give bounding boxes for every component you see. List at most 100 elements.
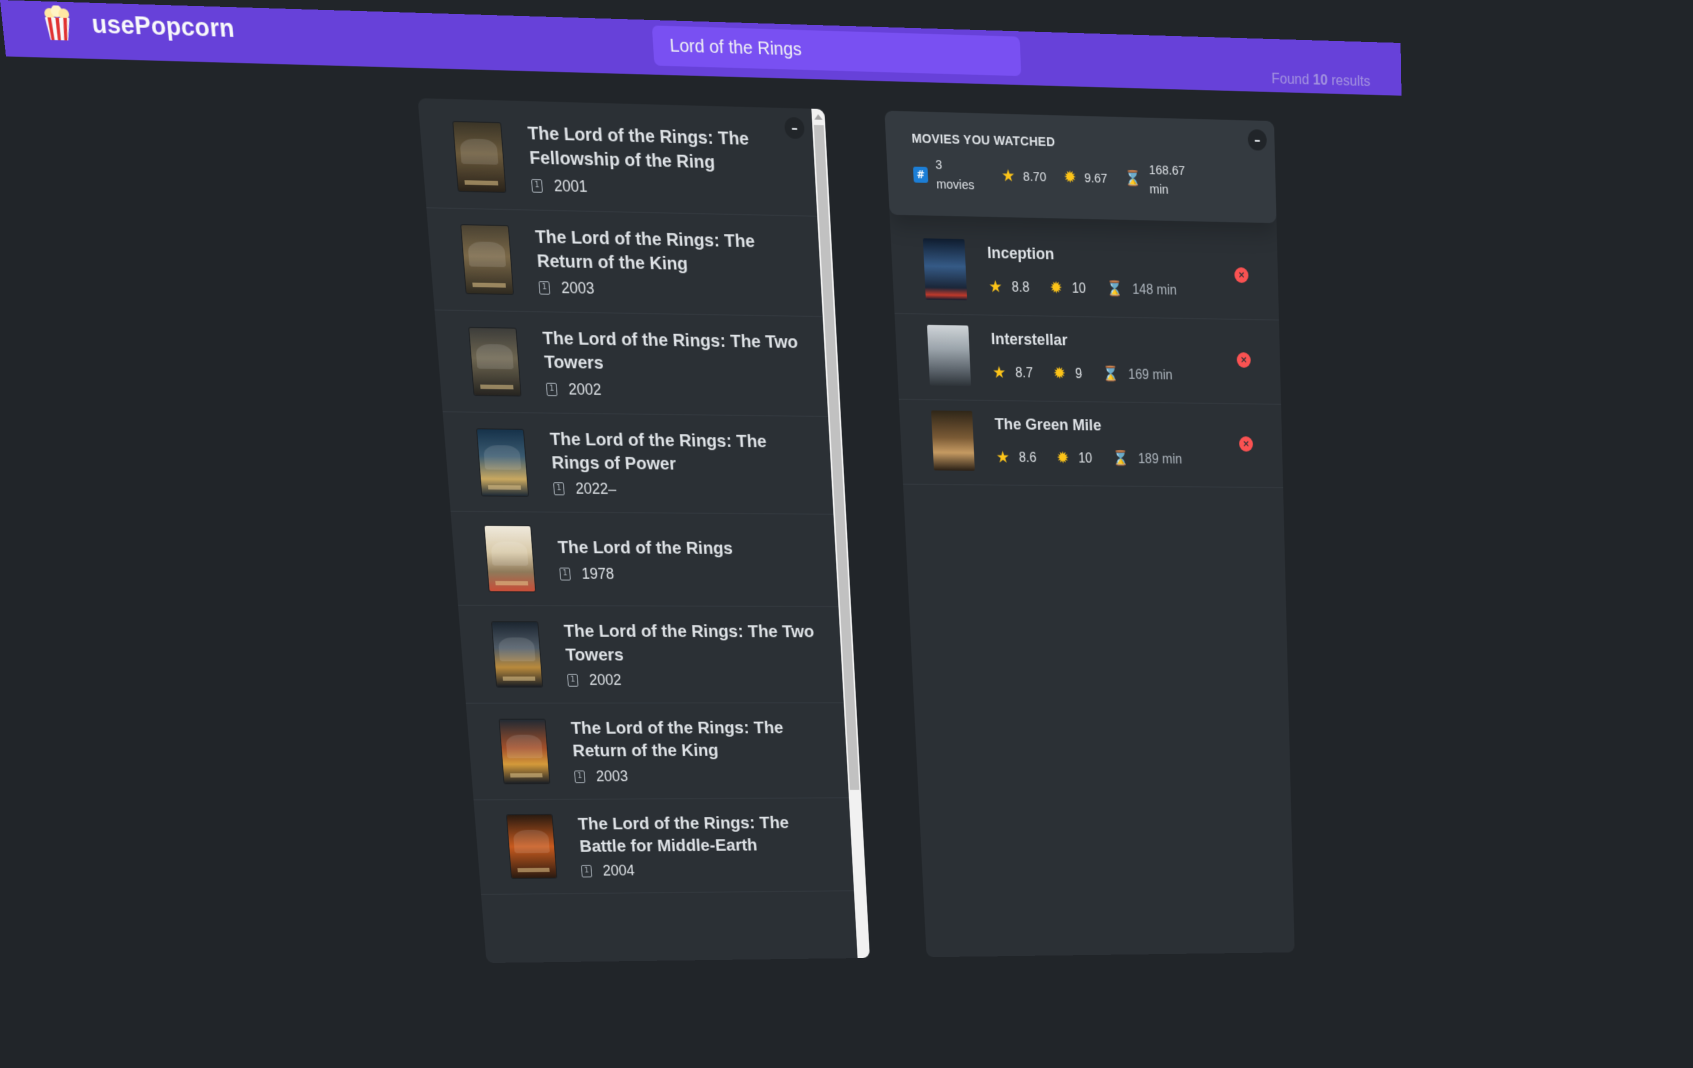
movie-poster [500, 719, 550, 783]
app-viewport: usePopcorn Found 10 results – The Lord o… [0, 0, 1415, 947]
results-prefix: Found [1271, 70, 1309, 88]
movie-list-item[interactable]: The Lord of the Rings: The Fellowship of… [418, 104, 817, 217]
calendar-icon: 1 [539, 281, 551, 295]
movie-title: The Lord of the Rings: The Return of the… [534, 225, 794, 279]
watched-stats: ★ 8.6 ✹ 10 ⌛ 189 min [996, 450, 1223, 468]
search-input[interactable] [652, 25, 1021, 76]
movie-poster [461, 225, 513, 294]
logo: usePopcorn [41, 5, 236, 46]
app-name: usePopcorn [90, 9, 235, 43]
movie-title: The Lord of the Rings: The Two Towers [563, 620, 816, 666]
watched-imdb-value: 8.6 [1019, 451, 1037, 466]
movie-list-item[interactable]: The Lord of the Rings: The Return of the… [426, 208, 822, 317]
summary-runtime-value: 168.67 min [1149, 161, 1197, 200]
calendar-icon: 1 [574, 770, 585, 783]
movie-year-row: 1 2022– [553, 480, 807, 500]
sun-icon: ✹ [1050, 280, 1063, 297]
watched-box: – Movies you watched # 3 movies ★ 8.70 ✹… [884, 111, 1294, 957]
scroll-up-arrow[interactable] [814, 114, 822, 120]
sun-icon: ✹ [1063, 170, 1076, 187]
movie-list-item[interactable]: The Lord of the Rings: The Battle for Mi… [474, 798, 854, 895]
delete-watched-button[interactable]: × [1234, 267, 1248, 283]
movie-poster [485, 526, 536, 592]
movie-year-row: 1 2003 [574, 767, 823, 786]
summary-user-value: 9.67 [1084, 171, 1108, 186]
watched-imdb-value: 8.7 [1015, 366, 1033, 382]
calendar-icon: 1 [531, 179, 543, 193]
movie-year: 2003 [561, 279, 595, 298]
movie-year-row: 1 2002 [567, 671, 818, 689]
movie-poster [477, 429, 528, 496]
movie-poster [469, 328, 520, 396]
movie-list-item[interactable]: The Lord of the Rings: The Two Towers 1 … [435, 311, 829, 417]
watched-poster [931, 410, 975, 470]
movie-year: 2022– [575, 480, 617, 499]
movie-year: 2004 [602, 862, 635, 880]
summary-count: # 3 movies [912, 155, 984, 195]
popcorn-icon [41, 5, 74, 42]
calendar-icon: 1 [581, 865, 592, 877]
star-icon: ★ [1001, 168, 1015, 185]
watched-summary: – Movies you watched # 3 movies ★ 8.70 ✹… [884, 111, 1276, 223]
watched-title: Interstellar [991, 330, 1220, 353]
movie-title: The Lord of the Rings [557, 536, 811, 561]
watched-title: Inception [987, 244, 1217, 268]
watched-imdb-value: 8.8 [1011, 280, 1029, 296]
movie-year-row: 1 1978 [559, 565, 812, 584]
summary-runtime: ⌛ 168.67 min [1124, 160, 1197, 200]
hourglass-icon: ⌛ [1124, 172, 1141, 187]
watched-toggle-button[interactable]: – [1248, 129, 1267, 151]
calendar-icon: 1 [546, 383, 558, 396]
watched-list-item: The Green Mile ★ 8.6 ✹ 10 ⌛ 189 min × [899, 399, 1283, 487]
summary-imdb-rating: ★ 8.70 [1001, 168, 1046, 186]
movie-year: 1978 [581, 565, 615, 583]
watched-user-rating: ✹ 10 [1050, 280, 1087, 297]
movie-year: 2002 [589, 671, 622, 689]
watched-list: Inception ★ 8.8 ✹ 10 ⌛ 148 min × Interst… [890, 214, 1283, 487]
movie-poster [492, 622, 542, 687]
watched-poster [923, 238, 967, 300]
search-results-box: – The Lord of the Rings: The Fellowship … [418, 98, 870, 963]
hourglass-icon: ⌛ [1106, 282, 1123, 297]
movie-year-row: 1 2004 [581, 861, 829, 880]
delete-watched-button[interactable]: × [1239, 436, 1253, 451]
results-count: Found 10 results [1271, 70, 1370, 90]
summary-heading: Movies you watched [911, 131, 1250, 155]
movie-list-item[interactable]: The Lord of the Rings 1 1978 [451, 512, 839, 607]
movie-title: The Lord of the Rings: The Two Towers [542, 327, 801, 379]
watched-poster [927, 324, 971, 385]
movie-year: 2002 [568, 380, 602, 399]
movie-poster [507, 815, 557, 878]
movie-list: The Lord of the Rings: The Fellowship of… [418, 98, 867, 895]
movie-title: The Lord of the Rings: The Fellowship of… [527, 121, 789, 177]
watched-runtime-value: 189 min [1138, 452, 1182, 468]
sun-icon: ✹ [1056, 451, 1069, 467]
movie-year: 2001 [553, 176, 588, 196]
calendar-icon: 1 [553, 483, 565, 496]
watched-runtime: ⌛ 148 min [1106, 282, 1177, 299]
movie-list-item[interactable]: The Lord of the Rings: The Return of the… [466, 703, 849, 800]
watched-runtime-value: 169 min [1128, 367, 1173, 383]
summary-count-value: 3 movies [935, 156, 985, 196]
calendar-icon: 1 [559, 567, 570, 580]
delete-watched-button[interactable]: × [1237, 352, 1251, 368]
watched-imdb-rating: ★ 8.8 [988, 279, 1029, 296]
star-icon: ★ [988, 279, 1002, 296]
watched-title: The Green Mile [994, 415, 1222, 436]
movie-title: The Lord of the Rings: The Battle for Mi… [577, 811, 827, 858]
summary-imdb-value: 8.70 [1023, 169, 1047, 185]
movie-list-item[interactable]: The Lord of the Rings: The Two Towers 1 … [458, 606, 844, 704]
watched-user-value: 10 [1072, 281, 1087, 297]
star-icon: ★ [996, 450, 1010, 466]
watched-list-item: Inception ★ 8.8 ✹ 10 ⌛ 148 min × [890, 227, 1279, 320]
movie-poster [453, 122, 505, 192]
movie-list-item[interactable]: The Lord of the Rings: The Rings of Powe… [443, 412, 834, 515]
watched-runtime: ⌛ 189 min [1112, 452, 1182, 468]
movie-year-row: 1 2001 [531, 176, 791, 201]
watched-user-rating: ✹ 9 [1053, 366, 1082, 383]
results-number: 10 [1313, 71, 1328, 88]
watched-stats: ★ 8.8 ✹ 10 ⌛ 148 min [988, 279, 1218, 300]
watched-imdb-rating: ★ 8.6 [996, 450, 1037, 467]
watched-list-item: Interstellar ★ 8.7 ✹ 9 ⌛ 169 min × [895, 313, 1281, 404]
hourglass-icon: ⌛ [1112, 452, 1129, 467]
